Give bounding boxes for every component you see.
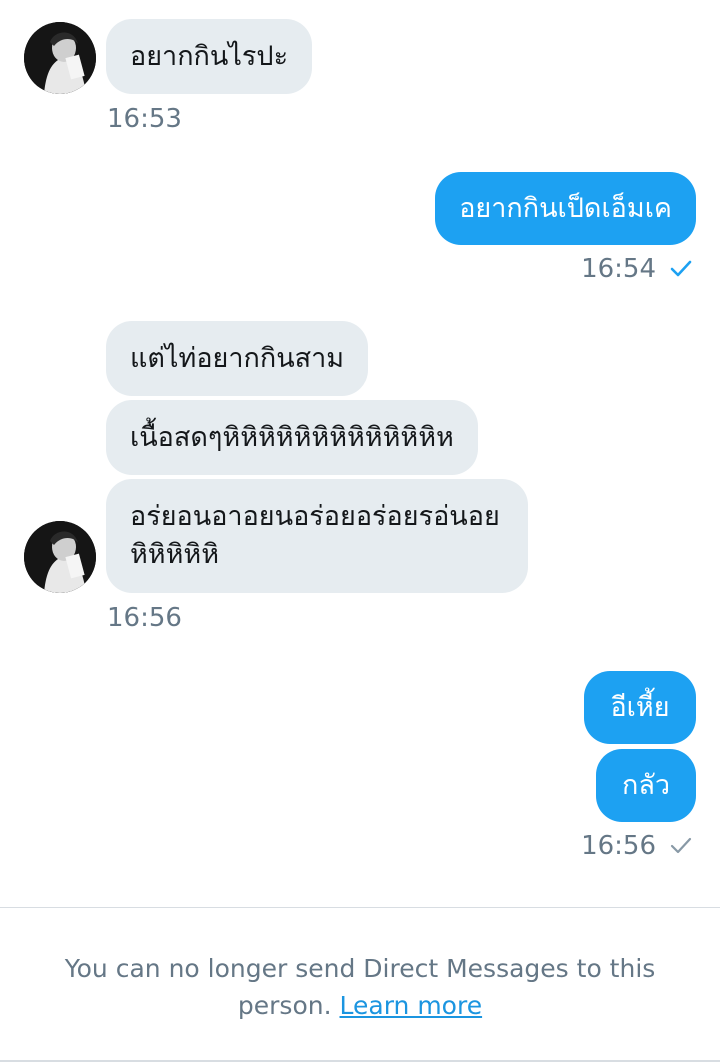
- message-timestamp: 16:56: [107, 603, 182, 633]
- message-text: อร่ยอนอาอยนอร่อยอร่อยรอ่นอย หิหิหิหิหิ: [130, 501, 500, 570]
- divider: [0, 907, 720, 908]
- contact-avatar[interactable]: [24, 521, 96, 593]
- message-text: กลัว: [621, 769, 671, 801]
- incoming-message[interactable]: อร่ยอนอาอยนอร่อยอร่อยรอ่นอย หิหิหิหิหิ: [106, 479, 528, 593]
- check-icon: [670, 260, 692, 277]
- dm-disabled-notice: You can no longer send Direct Messages t…: [40, 950, 680, 1024]
- message-text: อยากกินเป็ดเอ็มเค: [459, 192, 672, 224]
- message-status: 16:56: [581, 831, 692, 861]
- outgoing-message[interactable]: กลัว: [596, 749, 696, 822]
- check-icon: [670, 837, 692, 854]
- message-status: 16:54: [581, 254, 692, 284]
- contact-avatar[interactable]: [24, 22, 96, 94]
- message-timestamp: 16:53: [107, 104, 182, 134]
- outgoing-message[interactable]: อีเหี้ย: [584, 671, 696, 744]
- incoming-message[interactable]: แต่ไท่อยากกินสาม: [106, 321, 369, 396]
- outgoing-message[interactable]: อยากกินเป็ดเอ็มเค: [435, 172, 696, 245]
- message-timestamp: 16:54: [581, 254, 656, 284]
- incoming-message[interactable]: เนื้อสดๆหิหิหิหิหิหิหิหิหิหิหิหิห: [106, 400, 478, 475]
- message-text: เนื้อสดๆหิหิหิหิหิหิหิหิหิหิหิหิห: [130, 421, 454, 453]
- message-text: อีเหี้ย: [610, 691, 670, 723]
- message-timestamp: 16:56: [581, 831, 656, 861]
- message-text: อยากกินไรปะ: [130, 40, 289, 72]
- message-text: แต่ไท่อยากกินสาม: [130, 342, 345, 374]
- learn-more-link[interactable]: Learn more: [340, 991, 483, 1020]
- incoming-message[interactable]: อยากกินไรปะ: [106, 19, 313, 94]
